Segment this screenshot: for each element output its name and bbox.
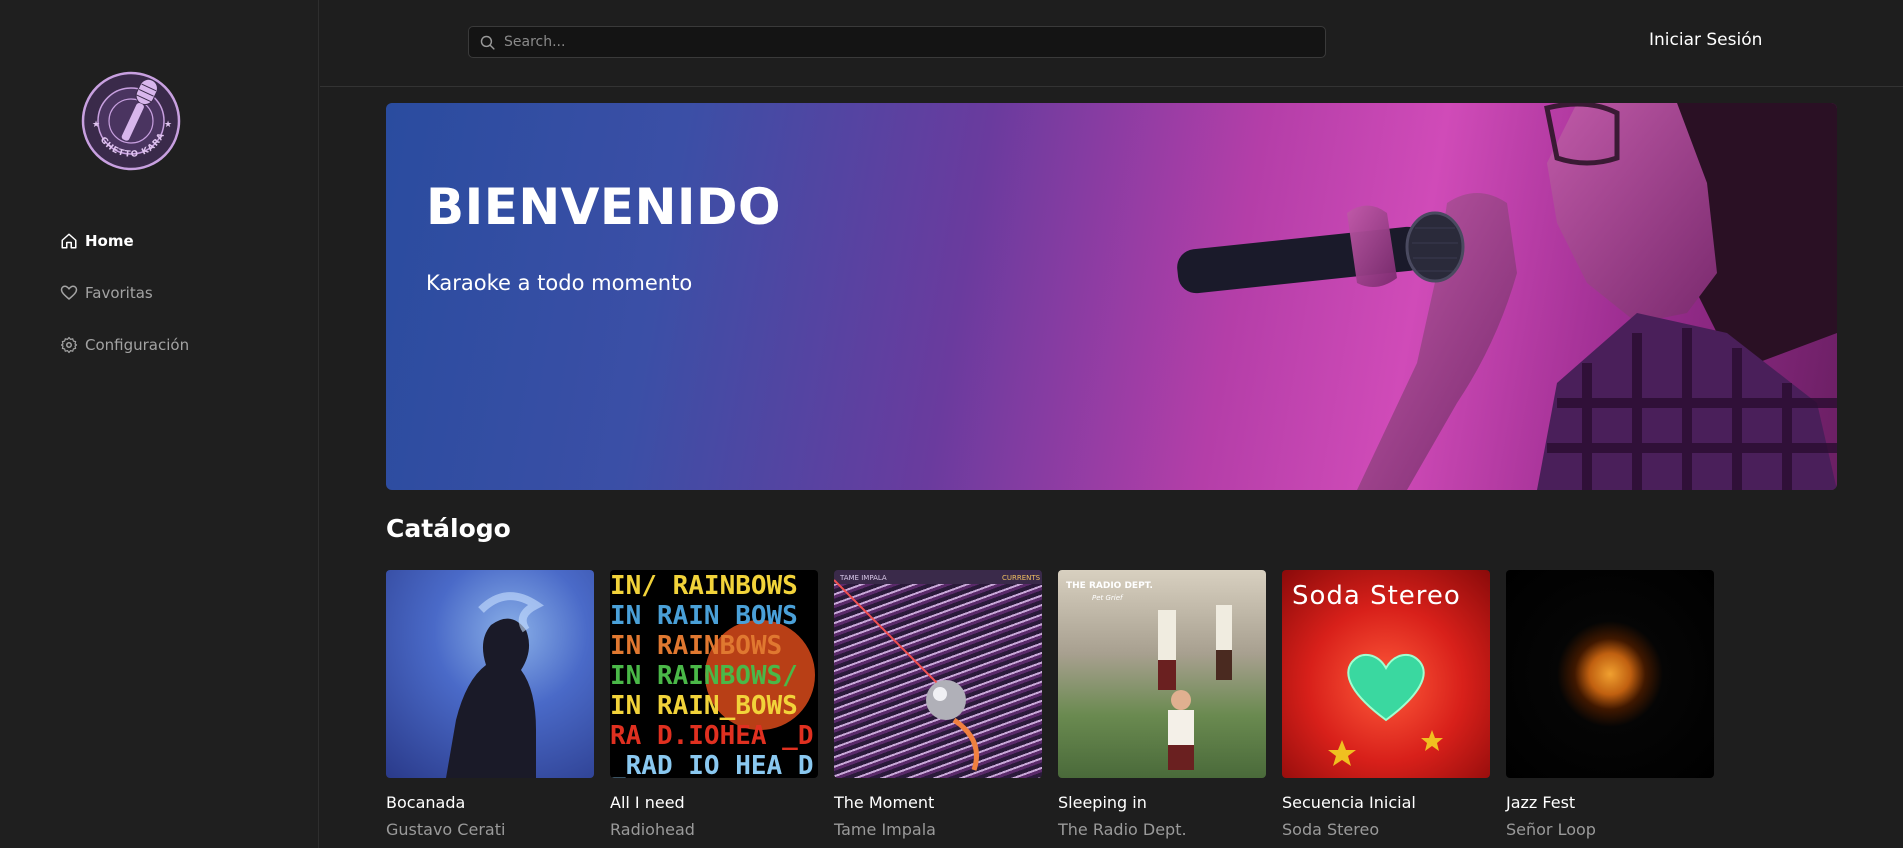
sidebar-nav: Home Favoritas Configuración	[60, 230, 189, 386]
sidebar-item-favoritas[interactable]: Favoritas	[60, 282, 189, 304]
sidebar-item-label: Home	[85, 232, 134, 250]
svg-text:IN RAIN_BOWS: IN RAIN_BOWS	[610, 691, 798, 721]
svg-text:Soda Stereo: Soda Stereo	[1292, 581, 1461, 611]
album-cover: THE RADIO DEPT. Pet Grief	[1058, 570, 1266, 778]
sidebar-item-home[interactable]: Home	[60, 230, 189, 252]
album-title: Jazz Fest	[1506, 793, 1576, 812]
album-cover	[1506, 570, 1714, 778]
gear-icon	[60, 336, 78, 354]
svg-text:IN/ RAINBOWS: IN/ RAINBOWS	[610, 571, 798, 601]
album-artist: Radiohead	[610, 820, 695, 839]
svg-text:IN RAINBOWS/: IN RAINBOWS/	[610, 661, 798, 691]
svg-text:★: ★	[164, 120, 172, 130]
svg-text:Pet Grief: Pet Grief	[1092, 594, 1124, 602]
svg-text:RA D.IOHEA _D: RA D.IOHEA _D	[610, 721, 814, 751]
album-title: Secuencia Inicial	[1282, 793, 1416, 812]
album-card-all-i-need[interactable]: IN/ RAINBOWS IN RAIN BOWS IN RAINBOWS IN…	[610, 570, 818, 839]
sidebar: ★ ★ GHETTO KARAOKE Home Favoritas	[0, 0, 319, 848]
login-button[interactable]: Iniciar Sesión	[1649, 30, 1762, 50]
singer-image	[1177, 103, 1837, 490]
album-title: All I need	[610, 793, 685, 812]
album-card-jazz-fest[interactable]: Jazz Fest Señor Loop	[1506, 570, 1714, 839]
album-list: Bocanada Gustavo Cerati IN/ RAINBOWS IN …	[386, 570, 1730, 839]
album-card-sleeping-in[interactable]: THE RADIO DEPT. Pet Grief Sleeping in Th…	[1058, 570, 1266, 839]
svg-text:IN RAIN BOWS: IN RAIN BOWS	[610, 601, 798, 631]
svg-text:TAME IMPALA: TAME IMPALA	[839, 574, 887, 582]
album-cover: TAME IMPALA CURRENTS	[834, 570, 1042, 778]
album-cover: IN/ RAINBOWS IN RAIN BOWS IN RAINBOWS IN…	[610, 570, 818, 778]
hero-subtitle: Karaoke a todo momento	[426, 271, 693, 295]
search-icon	[480, 35, 495, 50]
album-artist: Señor Loop	[1506, 820, 1596, 839]
heart-icon	[60, 285, 78, 300]
svg-text:CURRENTS: CURRENTS	[1002, 574, 1041, 582]
album-artist: Soda Stereo	[1282, 820, 1380, 839]
hero-title: BIENVENIDO	[426, 178, 782, 236]
svg-text:THE RADIO DEPT.: THE RADIO DEPT.	[1066, 581, 1153, 591]
album-title: Sleeping in	[1058, 793, 1147, 812]
album-artist: Gustavo Cerati	[386, 820, 506, 839]
microphone-logo-icon: ★ ★ GHETTO KARAOKE	[74, 48, 181, 171]
album-cover	[386, 570, 594, 778]
album-card-secuencia-inicial[interactable]: Soda Stereo Secuencia Inicial Soda Stere…	[1282, 570, 1490, 839]
svg-text:_RAD IO HEA D: _RAD IO HEA D	[610, 751, 814, 778]
catalog-title: Catálogo	[386, 514, 511, 543]
search-box[interactable]	[468, 26, 1326, 58]
album-card-the-moment[interactable]: TAME IMPALA CURRENTS The Moment Tame Imp…	[834, 570, 1042, 839]
sidebar-item-label: Configuración	[85, 336, 190, 354]
search-input[interactable]	[504, 34, 1304, 50]
top-bar: Iniciar Sesión	[320, 0, 1903, 87]
hero-banner: BIENVENIDO Karaoke a todo momento	[386, 103, 1837, 490]
home-icon	[61, 233, 77, 249]
album-artist: Tame Impala	[834, 820, 936, 839]
album-title: The Moment	[834, 793, 935, 812]
ghetto-karaoke-logo[interactable]: ★ ★ GHETTO KARAOKE	[74, 48, 186, 173]
svg-text:IN RAINBOWS: IN RAINBOWS	[610, 631, 782, 661]
album-card-bocanada[interactable]: Bocanada Gustavo Cerati	[386, 570, 594, 839]
svg-text:★: ★	[92, 120, 100, 130]
album-title: Bocanada	[386, 793, 466, 812]
album-artist: The Radio Dept.	[1058, 820, 1187, 839]
album-cover: Soda Stereo	[1282, 570, 1490, 778]
sidebar-item-label: Favoritas	[85, 284, 153, 302]
sidebar-item-configuracion[interactable]: Configuración	[60, 334, 189, 356]
